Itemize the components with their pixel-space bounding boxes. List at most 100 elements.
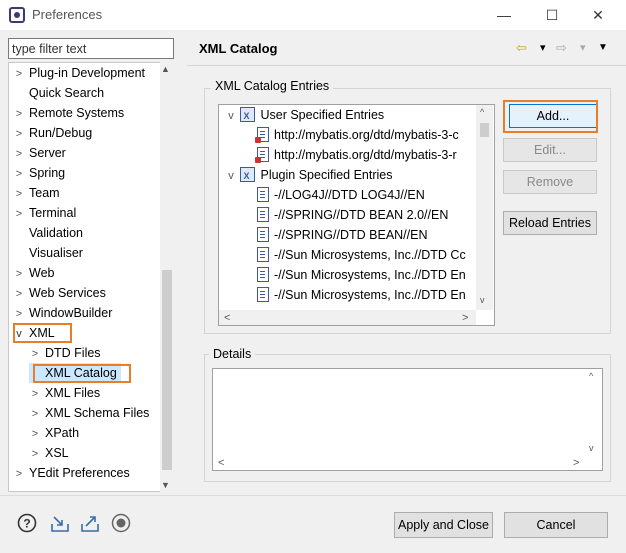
tree-item-label: DTD Files	[45, 346, 101, 360]
tree-item-label: XSL	[45, 446, 69, 460]
catalog-entry-label: -//Sun Microsystems, Inc.//DTD Cc	[274, 248, 466, 262]
user-entries-node[interactable]: v User Specified Entries	[225, 105, 384, 126]
expand-twisty-icon[interactable]: >	[29, 384, 41, 404]
forward-dropdown-icon[interactable]: ▾	[580, 39, 586, 57]
catalog-entry[interactable]: -//Sun Microsystems, Inc.//DTD En	[257, 285, 466, 305]
entries-vertical-scrollbar[interactable]: ^ v	[476, 105, 493, 310]
remove-button[interactable]: Remove	[503, 170, 597, 194]
expand-twisty-icon[interactable]: >	[13, 64, 25, 84]
xml-catalog-highlight	[33, 364, 131, 383]
dtd-file-icon	[257, 247, 269, 262]
tree-item-quick-search[interactable]: Quick Search	[13, 83, 104, 103]
tree-item-label: YEdit Preferences	[29, 466, 130, 480]
tree-item-spring[interactable]: > Spring	[13, 163, 65, 183]
expand-twisty-icon[interactable]: >	[29, 424, 41, 444]
tree-item-yedit-preferences[interactable]: > YEdit Preferences	[13, 463, 130, 483]
expand-twisty-icon[interactable]: >	[13, 264, 25, 284]
expand-twisty-icon[interactable]: >	[13, 464, 25, 484]
scroll-thumb[interactable]	[162, 270, 172, 470]
expand-twisty-icon[interactable]: >	[29, 344, 41, 364]
expand-twisty-icon[interactable]: >	[13, 144, 25, 164]
catalog-entry-label: http://mybatis.org/dtd/mybatis-3-r	[274, 148, 457, 162]
reload-entries-button[interactable]: Reload Entries	[503, 211, 597, 235]
record-icon[interactable]	[111, 513, 131, 533]
minimize-button[interactable]: —	[484, 2, 524, 28]
expand-twisty-icon[interactable]: >	[13, 104, 25, 124]
catalog-entry[interactable]: -//LOG4J//DTD LOG4J//EN	[257, 185, 425, 205]
back-arrow-icon[interactable]: ⇦	[516, 39, 527, 57]
tree-item-xpath[interactable]: > XPath	[29, 423, 79, 443]
expand-twisty-icon[interactable]: >	[13, 204, 25, 224]
dtd-file-icon	[257, 287, 269, 302]
scroll-down-arrow-icon[interactable]: v	[480, 295, 485, 305]
tree-item-windowbuilder[interactable]: > WindowBuilder	[13, 303, 113, 324]
dtd-file-icon	[255, 147, 269, 163]
filter-input[interactable]	[8, 38, 174, 59]
cancel-button[interactable]: Cancel	[504, 512, 608, 538]
export-icon[interactable]	[80, 513, 100, 533]
tree-item-team[interactable]: > Team	[13, 183, 60, 203]
expand-twisty-icon[interactable]: >	[13, 304, 25, 324]
maximize-button[interactable]: ☐	[532, 2, 572, 28]
dtd-file-icon	[257, 227, 269, 242]
expand-twisty-icon[interactable]: >	[29, 444, 41, 464]
catalog-entry[interactable]: -//Sun Microsystems, Inc.//DTD En	[257, 265, 466, 285]
tree-item-label: Visualiser	[29, 246, 83, 260]
tree-item-xml-schema-files[interactable]: > XML Schema Files	[29, 403, 150, 424]
scroll-thumb[interactable]	[480, 123, 489, 137]
edit-button[interactable]: Edit...	[503, 138, 597, 162]
tree-item-validation[interactable]: Validation	[13, 223, 83, 243]
catalog-entry-label: http://mybatis.org/dtd/mybatis-3-c	[274, 128, 459, 142]
tree-item-remote-systems[interactable]: > Remote Systems	[13, 103, 124, 123]
scroll-up-arrow-icon[interactable]: ^	[480, 107, 484, 117]
scroll-down-arrow-icon[interactable]: ▼	[161, 480, 170, 490]
expand-twisty-icon[interactable]: >	[13, 124, 25, 144]
tree-item-run-debug[interactable]: > Run/Debug	[13, 123, 92, 143]
tree-item-visualiser[interactable]: Visualiser	[13, 243, 83, 263]
import-icon[interactable]	[50, 513, 70, 533]
scroll-right-arrow-icon[interactable]: >	[462, 312, 468, 324]
scroll-up-arrow-icon[interactable]: ^	[589, 371, 593, 381]
forward-arrow-icon[interactable]: ⇨	[556, 39, 567, 57]
dtd-file-icon	[257, 207, 269, 222]
scroll-left-arrow-icon[interactable]: <	[224, 312, 230, 324]
tree-item-web[interactable]: > Web	[13, 263, 55, 284]
tree-item-label: Remote Systems	[29, 106, 125, 120]
tree-item-web-services[interactable]: > Web Services	[13, 283, 106, 303]
tree-item-plug-in-development[interactable]: > Plug-in Development	[13, 63, 145, 83]
expand-twisty-icon[interactable]: >	[13, 184, 25, 204]
tree-item-dtd-files[interactable]: > DTD Files	[29, 343, 101, 363]
scroll-up-arrow-icon[interactable]: ▲	[161, 64, 170, 74]
tree-item-xml-files[interactable]: > XML Files	[29, 383, 100, 403]
catalog-entry[interactable]: -//Sun Microsystems, Inc.//DTD Cc	[257, 245, 466, 265]
collapse-twisty-icon[interactable]: v	[225, 106, 237, 126]
catalog-entry-label: -//LOG4J//DTD LOG4J//EN	[274, 188, 425, 202]
collapse-twisty-icon[interactable]: v	[225, 166, 237, 186]
back-dropdown-icon[interactable]: ▾	[540, 39, 546, 57]
help-icon[interactable]: ?	[17, 513, 37, 533]
expand-twisty-icon[interactable]: >	[29, 404, 41, 424]
scroll-down-arrow-icon[interactable]: v	[589, 443, 594, 453]
expand-twisty-icon[interactable]: >	[13, 164, 25, 184]
catalog-entry[interactable]: http://mybatis.org/dtd/mybatis-3-r	[255, 145, 457, 165]
expand-twisty-icon[interactable]: >	[13, 284, 25, 304]
page-title: XML Catalog	[199, 41, 278, 56]
catalog-entries-tree: v User Specified Entries http://mybatis.…	[218, 104, 495, 326]
catalog-entry[interactable]: -//SPRING//DTD BEAN 2.0//EN	[257, 205, 448, 225]
scroll-left-arrow-icon[interactable]: <	[218, 457, 224, 469]
scroll-right-arrow-icon[interactable]: >	[573, 457, 579, 469]
tree-item-xsl[interactable]: > XSL	[29, 443, 69, 463]
tree-scrollbar[interactable]	[160, 62, 174, 492]
tree-item-server[interactable]: > Server	[13, 143, 66, 163]
entries-horizontal-scrollbar[interactable]: < >	[219, 310, 476, 325]
view-menu-icon[interactable]: ▼	[598, 39, 608, 57]
catalog-entry[interactable]: -//SPRING//DTD BEAN//EN	[257, 225, 428, 245]
apply-and-close-button[interactable]: Apply and Close	[394, 512, 493, 538]
plugin-entries-node[interactable]: v Plugin Specified Entries	[225, 165, 392, 186]
close-button[interactable]: ✕	[578, 2, 618, 28]
tree-item-terminal[interactable]: > Terminal	[13, 203, 76, 223]
catalog-entry[interactable]: http://mybatis.org/dtd/mybatis-3-c	[255, 125, 459, 145]
xml-highlight	[13, 323, 72, 343]
details-box: ^ v < >	[212, 368, 603, 471]
tree-item-label: Run/Debug	[29, 126, 93, 140]
